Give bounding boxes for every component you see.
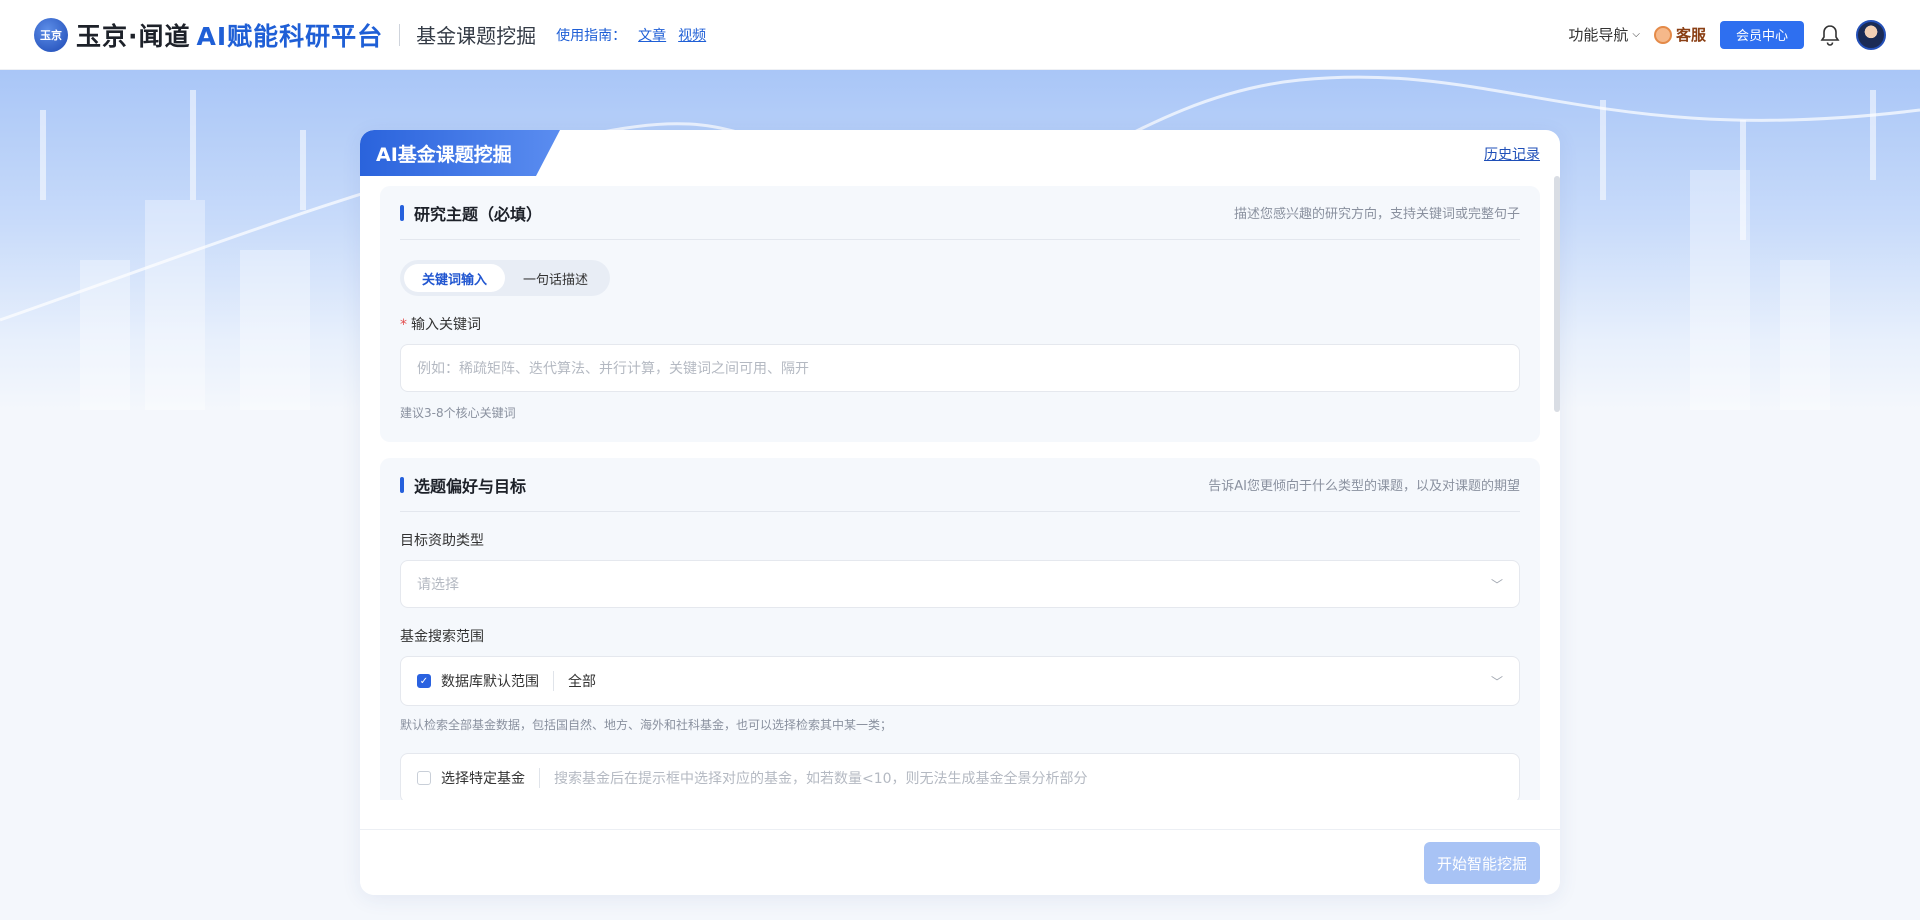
section-description: 告诉AI您更倾向于什么类型的课题，以及对课题的期望 xyxy=(1208,479,1520,494)
page-title: 基金课题挖掘 xyxy=(416,24,537,48)
keyword-input[interactable]: 例如：稀疏矩阵、迭代算法、并行计算，关键词之间可用、隔开 xyxy=(400,344,1520,392)
tab-keyword-input[interactable]: 关键词输入 xyxy=(404,264,506,292)
top-header: 玉京 玉京·闻道 AI赋能科研平台 基金课题挖掘 使用指南： 文章 视频 功能导… xyxy=(0,0,1920,70)
funding-type-select[interactable]: 请选择 ﹀ xyxy=(400,560,1520,608)
default-scope-select[interactable]: 全部 xyxy=(568,671,596,691)
section-description: 描述您感兴趣的研究方向，支持关键词或完整句子 xyxy=(1233,207,1520,222)
logo-icon[interactable]: 玉京 xyxy=(34,17,68,52)
section-title: 研究主题（必填） xyxy=(414,204,543,224)
keyword-placeholder: 例如：稀疏矩阵、迭代算法、并行计算，关键词之间可用、隔开 xyxy=(417,361,809,377)
section-accent-bar xyxy=(400,476,404,493)
scope-note: 默认检索全部基金数据，包括国自然、地方、海外和社科基金，也可以选择检索其中某一类… xyxy=(400,718,893,732)
vertical-scrollbar[interactable] xyxy=(1554,176,1560,412)
input-mode-toggle: 关键词输入 一句话描述 xyxy=(400,260,611,296)
header-divider xyxy=(399,23,401,46)
field-divider xyxy=(553,671,554,691)
history-link[interactable]: 历史记录 xyxy=(1484,144,1540,164)
notification-bell-icon[interactable] xyxy=(1818,23,1842,47)
form-scroll-area[interactable]: 研究主题（必填） 描述您感兴趣的研究方向，支持关键词或完整句子 关键词输入 一句… xyxy=(360,176,1560,800)
start-mining-button[interactable]: 开始智能挖掘 xyxy=(1424,842,1540,884)
section-accent-bar xyxy=(400,204,404,221)
guide-video-link[interactable]: 视频 xyxy=(678,25,706,45)
headset-icon xyxy=(1653,25,1672,44)
card-footer: 开始智能挖掘 xyxy=(360,829,1560,895)
section-header: 研究主题（必填） 描述您感兴趣的研究方向，支持关键词或完整句子 xyxy=(400,186,1520,240)
default-scope-row: ✓ 数据库默认范围 全部 ﹀ xyxy=(400,656,1520,706)
guide-label: 使用指南： xyxy=(556,27,627,44)
feature-nav-menu[interactable]: 功能导航 ⌵ xyxy=(1568,24,1640,45)
guide-article-link[interactable]: 文章 xyxy=(638,25,666,45)
customer-service-label: 客服 xyxy=(1675,26,1706,44)
chevron-down-icon: ⌵ xyxy=(1632,29,1640,40)
member-center-button[interactable]: 会员中心 xyxy=(1719,20,1804,49)
specific-fund-row: 选择特定基金 搜索基金后在提示框中选择对应的基金，如若数量<10，则无法生成基金… xyxy=(400,753,1520,800)
specific-fund-label: 选择特定基金 xyxy=(441,771,525,787)
default-scope-checkbox[interactable]: ✓ xyxy=(417,674,431,688)
keyword-field-label: * 输入关键词 xyxy=(400,314,1520,334)
brand-tagline: AI赋能科研平台 xyxy=(196,21,384,51)
required-mark: * xyxy=(400,317,407,333)
chevron-down-icon[interactable]: ﹀ xyxy=(1491,673,1503,690)
header-right: 功能导航 ⌵ 客服 会员中心 xyxy=(1568,19,1886,50)
fund-scope-label: 基金搜索范围 xyxy=(400,629,484,645)
card-title: AI基金课题挖掘 xyxy=(360,130,560,176)
customer-service-button[interactable]: 客服 xyxy=(1653,24,1706,45)
funding-type-placeholder: 请选择 xyxy=(417,577,459,593)
section-title: 选题偏好与目标 xyxy=(414,476,527,496)
fund-topic-mining-card: AI基金课题挖掘 历史记录 研究主题（必填） 描述您感兴趣的研究方向，支持关键词… xyxy=(360,130,1560,895)
chevron-down-icon: ﹀ xyxy=(1490,577,1503,592)
research-topic-section: 研究主题（必填） 描述您感兴趣的研究方向，支持关键词或完整句子 关键词输入 一句… xyxy=(380,186,1540,442)
field-divider xyxy=(539,768,540,788)
user-avatar[interactable] xyxy=(1856,19,1886,50)
feature-nav-label: 功能导航 xyxy=(1568,26,1629,44)
section-header: 选题偏好与目标 告诉AI您更倾向于什么类型的课题，以及对课题的期望 xyxy=(400,458,1520,512)
topic-preference-section: 选题偏好与目标 告诉AI您更倾向于什么类型的课题，以及对课题的期望 目标资助类型… xyxy=(380,458,1540,800)
funding-type-label: 目标资助类型 xyxy=(400,533,484,549)
tab-sentence-description[interactable]: 一句话描述 xyxy=(505,264,606,292)
usage-guide: 使用指南： 文章 视频 xyxy=(556,25,706,45)
specific-fund-checkbox[interactable] xyxy=(417,771,431,785)
specific-fund-search-input[interactable]: 搜索基金后在提示框中选择对应的基金，如若数量<10，则无法生成基金全景分析部分 xyxy=(554,768,1088,788)
brand-name[interactable]: 玉京·闻道 xyxy=(76,17,191,53)
keyword-label-text: 输入关键词 xyxy=(411,317,481,333)
default-scope-label: 数据库默认范围 xyxy=(441,674,539,690)
keyword-hint: 建议3-8个核心关键词 xyxy=(400,406,516,420)
